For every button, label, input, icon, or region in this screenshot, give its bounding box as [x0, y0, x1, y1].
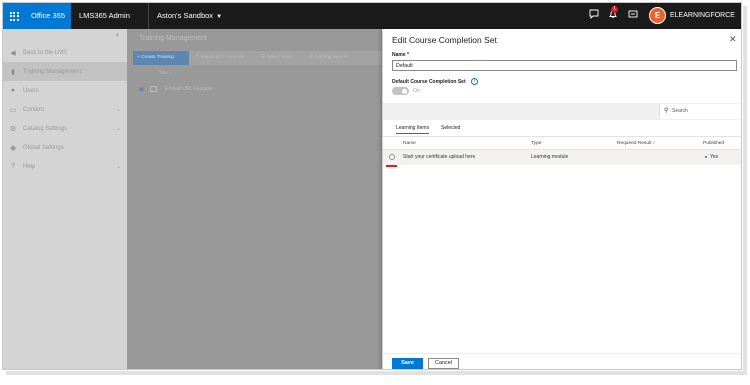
- row-published: Yes: [710, 154, 719, 160]
- row-name: Start your certificate upload here: [403, 154, 476, 160]
- top-bar: Office 365 LMS365 Admin Center Aston's S…: [3, 3, 741, 46]
- nav-item-label: Users: [23, 87, 39, 94]
- column-header-type[interactable]: Type: [531, 141, 541, 146]
- divider: [383, 353, 741, 354]
- row-select-radio[interactable]: [389, 154, 395, 160]
- import-sco-button[interactable]: ⇡ Import SCO courses: [195, 51, 244, 65]
- office365-brand[interactable]: Office 365: [25, 3, 71, 29]
- book-icon: ▮: [11, 68, 15, 76]
- nav-item-label: Global Settings: [23, 144, 64, 151]
- search-placeholder: Search: [672, 108, 688, 114]
- red-annotation-mark: [397, 369, 419, 370]
- nav-item-label: Content: [23, 106, 45, 113]
- create-training-button[interactable]: + Create Training: [133, 51, 189, 65]
- red-annotation-mark: [386, 165, 397, 167]
- app-window: Office 365 LMS365 Admin Center Aston's S…: [2, 2, 742, 370]
- chevron-down-icon: ⌄: [115, 164, 121, 170]
- chat-icon[interactable]: [587, 9, 601, 23]
- tab-learning-items[interactable]: Learning Items: [396, 125, 430, 134]
- command-bar: + Create Training ⇡ Import SCO courses ☰…: [133, 51, 382, 65]
- chevron-down-icon: ⌄: [115, 126, 121, 132]
- nav-item-users[interactable]: ● Users: [3, 81, 127, 100]
- select-view-button[interactable]: ☰ Select View: [261, 51, 292, 65]
- back-circle-icon: ◀: [10, 49, 16, 57]
- nav-item-help[interactable]: ? Help ⌄: [3, 157, 127, 176]
- site-selector-label: Aston's Sandbox: [157, 11, 214, 20]
- app-switch-icon[interactable]: [626, 9, 640, 23]
- folder-icon: ▭: [9, 106, 17, 114]
- save-button[interactable]: Save: [392, 358, 423, 369]
- name-field[interactable]: [392, 60, 737, 71]
- training-reports-label: Training reports: [314, 55, 348, 60]
- column-header-published[interactable]: Published: [703, 141, 724, 146]
- nav-item-back-to-lms[interactable]: ◀ Back to the LMS: [3, 43, 127, 62]
- nav-item-catalog-settings[interactable]: ⚙ Catalog Settings ⌄: [3, 119, 127, 138]
- help-icon: ?: [11, 163, 15, 170]
- nav-item-label: Help: [23, 163, 36, 170]
- import-sco-label: Import SCO courses: [200, 55, 244, 60]
- chevron-down-icon: ⌄: [115, 107, 121, 113]
- course-icon: [150, 86, 157, 92]
- page-title: Training Management: [139, 35, 207, 42]
- main-content: Training Management + Create Training ⇡ …: [127, 29, 382, 369]
- search-input[interactable]: ⚲ Search: [659, 104, 741, 119]
- cancel-button[interactable]: Cancel: [428, 358, 459, 369]
- toggle-state-label: On: [413, 88, 420, 94]
- nav-item-training-management[interactable]: ▮ Training Management: [3, 62, 127, 81]
- nav-item-label: Training Management: [23, 68, 82, 75]
- published-dot: [705, 156, 707, 158]
- waffle-icon: [9, 11, 19, 21]
- app-title[interactable]: LMS365 Admin Center: [71, 3, 149, 46]
- left-nav: ‹ ◀ Back to the LMS ▮ Training Managemen…: [3, 29, 127, 369]
- table-row[interactable]: Start your certificate upload here Learn…: [383, 150, 741, 167]
- globe-icon: ◉: [9, 144, 17, 152]
- search-strip: ⚲ Search: [383, 103, 741, 120]
- name-label: Name *: [392, 52, 409, 58]
- column-header-name[interactable]: Name: [403, 141, 416, 146]
- site-selector[interactable]: Aston's Sandbox ▼: [157, 3, 222, 29]
- row-select-radio[interactable]: [139, 87, 144, 92]
- training-reports-button[interactable]: ⊞ Training reports: [309, 51, 348, 65]
- avatar[interactable]: E: [649, 7, 666, 24]
- frame-shadow-right: [743, 6, 747, 372]
- users-icon: ●: [10, 87, 16, 94]
- column-header-title[interactable]: Title ↑: [159, 71, 172, 76]
- column-header-required-result[interactable]: Required Result ↕: [617, 141, 655, 146]
- toggle-knob: [402, 88, 407, 94]
- tab-selected[interactable]: Selected: [441, 125, 460, 131]
- info-icon[interactable]: i: [471, 78, 478, 85]
- nav-item-label: Catalog Settings: [23, 125, 68, 132]
- edit-completion-set-panel: Edit Course Completion Set ✕ Name * Defa…: [383, 29, 741, 370]
- notification-badge: 1: [611, 6, 618, 13]
- default-set-label: Default Course Completion Set: [392, 79, 466, 85]
- app-launcher-button[interactable]: [3, 3, 25, 29]
- gear-icon: ⚙: [9, 125, 17, 133]
- close-icon[interactable]: ✕: [729, 34, 737, 45]
- panel-title: Edit Course Completion Set: [392, 35, 497, 45]
- divider: [383, 136, 741, 137]
- nav-item-label: Back to the LMS: [23, 49, 68, 56]
- search-icon: ⚲: [664, 108, 669, 114]
- row-type: Learning module: [531, 154, 569, 160]
- collapse-nav-icon[interactable]: ‹: [116, 30, 119, 39]
- nav-item-global-settings[interactable]: ◉ Global Settings: [3, 138, 127, 157]
- select-view-label: Select View: [266, 55, 292, 60]
- frame-shadow-bottom: [6, 371, 747, 375]
- default-set-toggle[interactable]: [392, 87, 409, 95]
- training-row-title[interactable]: Embed URL Example: [165, 86, 213, 92]
- nav-item-content[interactable]: ▭ Content ⌄: [3, 100, 127, 119]
- chevron-down-icon: ▼: [216, 14, 223, 20]
